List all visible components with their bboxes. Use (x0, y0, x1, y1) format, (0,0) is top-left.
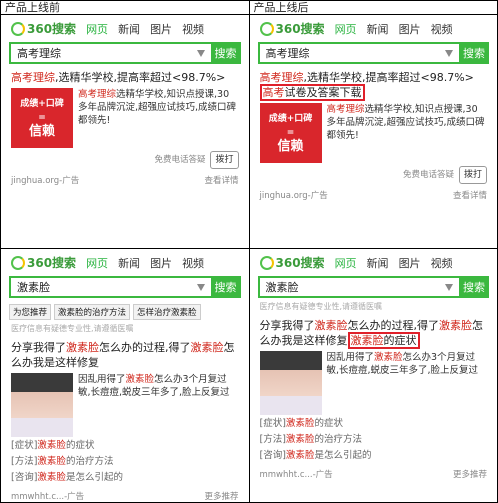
tab-news[interactable]: 新闻 (367, 255, 389, 271)
search-input[interactable]: 高考理综 (9, 42, 211, 64)
tab-images[interactable]: 图片 (399, 21, 421, 37)
search-button[interactable]: 搜索 (459, 276, 489, 298)
top-nav: 360搜索 网页 新闻 图片 视频 (250, 250, 497, 277)
ad-title-extension[interactable]: 高考试卷及答案下载 (259, 84, 488, 101)
sub-link[interactable]: [症状]激素脸的症状 (11, 439, 239, 453)
top-nav: 360搜索 网页 新闻 图片 视频 (250, 16, 497, 43)
ad-description: 高考理综选精华学校,知识点授课,30多年品牌沉淀,超强应试技巧,成绩口碑都领先! (78, 89, 237, 126)
med-description: 因乱用得了激素脸怎么办3个月复过敏,长痘痘,蜕皮三年多了,脸上反复过 (78, 374, 230, 398)
search-bar: 激素脸 搜索 (257, 276, 489, 298)
header-before: 产品上线前 (0, 0, 250, 15)
search-input[interactable]: 高考理综 (257, 42, 459, 64)
tab-video[interactable]: 视频 (431, 21, 453, 37)
tab-news[interactable]: 新闻 (118, 21, 140, 37)
search-input[interactable]: 激素脸 (9, 276, 211, 298)
ad-source: jinghua.org-广告 (259, 191, 328, 201)
view-details-link[interactable]: 查看详情 (204, 174, 238, 186)
comparison-table: 产品上线前 产品上线后 360搜索 网页 新闻 图片 视频 高考理综 搜索 高考… (0, 0, 498, 503)
search-bar: 激素脸 搜索 (9, 276, 241, 298)
pane-med-after: 360搜索 网页 新闻 图片 视频 激素脸 搜索 医疗信息有疑德专业性,请遵循医… (248, 248, 498, 503)
logo[interactable]: 360搜索 (11, 20, 76, 37)
top-nav: 360搜索 网页 新闻 图片 视频 (1, 16, 248, 43)
search-bar: 高考理综 搜索 (257, 42, 489, 64)
tab-video[interactable]: 视频 (182, 255, 204, 271)
logo[interactable]: 360搜索 (259, 254, 325, 271)
tab-news[interactable]: 新闻 (118, 255, 140, 271)
tab-video[interactable]: 视频 (182, 21, 204, 37)
recommend-tab[interactable]: 怎样治疗激素脸 (133, 304, 201, 320)
med-result: 分享我得了激素脸怎么办的过程,得了激素脸怎么办我是这样修复 激素脸的症状 因乱用得… (250, 312, 497, 463)
med-source: mmwhht.c...-广告 (259, 470, 333, 480)
tab-images[interactable]: 图片 (150, 21, 172, 37)
filter-icon[interactable] (196, 283, 205, 291)
tab-news[interactable]: 新闻 (367, 21, 389, 37)
ad-title[interactable]: 高考理综,选精华学校,提高率超过<98.7%> (260, 70, 488, 85)
call-note: 免费电话答疑 (154, 155, 206, 165)
tab-images[interactable]: 图片 (399, 255, 421, 271)
medical-note: 医疗信息有疑德专业性,请遵循医嘱 (259, 302, 383, 311)
search-button[interactable]: 搜索 (210, 276, 241, 298)
recommend-tabs: 为您推荐 激素脸的治疗方法 怎样治疗激素脸 (9, 304, 241, 320)
med-title[interactable]: 分享我得了激素脸怎么办的过程,得了激素脸怎么办我是这样修复 激素脸的症状 (260, 318, 488, 349)
search-bar: 高考理综 搜索 (9, 42, 241, 64)
ad-image[interactable]: 成绩+口碑 = 信赖 (259, 103, 322, 163)
med-title[interactable]: 分享我得了激素脸怎么办的过程,得了激素脸怎么办我是这样修复 (11, 340, 239, 370)
top-nav: 360搜索 网页 新闻 图片 视频 (1, 250, 248, 277)
tab-web[interactable]: 网页 (86, 21, 108, 37)
ad-image[interactable]: 成绩+口碑 = 信赖 (11, 88, 73, 148)
med-description: 因乱用得了激素脸怎么办3个月复过敏,长痘痘,蜕皮三年多了,脸上反复过 (326, 352, 479, 376)
search-button[interactable]: 搜索 (210, 42, 241, 64)
filter-icon[interactable] (196, 49, 205, 57)
recommend-tab[interactable]: 激素脸的治疗方法 (54, 304, 131, 320)
more-recommend-link[interactable]: 更多推荐 (453, 468, 487, 480)
med-result: 分享我得了激素脸怎么办的过程,得了激素脸怎么办我是这样修复 因乱用得了激素脸怎么… (1, 334, 248, 485)
logo-icon (259, 21, 274, 36)
tab-video[interactable]: 视频 (431, 255, 453, 271)
call-note: 免费电话答疑 (402, 170, 454, 180)
logo-icon (11, 21, 25, 36)
result-thumbnail[interactable] (11, 373, 73, 437)
result-thumbnail[interactable] (259, 351, 322, 415)
tab-web[interactable]: 网页 (335, 255, 357, 271)
ad-result: 高考理综,选精华学校,提高率超过<98.7%> 成绩+口碑 = 信赖 高考理综选精华… (1, 64, 248, 169)
search-button[interactable]: 搜索 (459, 42, 489, 64)
tab-web[interactable]: 网页 (335, 21, 357, 37)
tab-web[interactable]: 网页 (86, 255, 108, 271)
sub-link[interactable]: [方法]激素脸的治疗方法 (11, 455, 239, 469)
filter-icon[interactable] (445, 49, 453, 57)
sub-link[interactable]: [方法]激素脸的治疗方法 (260, 433, 488, 447)
sub-link[interactable]: [咨询]激素脸是怎么引起的 (260, 449, 488, 463)
logo[interactable]: 360搜索 (11, 254, 76, 271)
search-input[interactable]: 激素脸 (257, 276, 459, 298)
pane-med-before: 360搜索 网页 新闻 图片 视频 激素脸 搜索 为您推荐 激素脸的治疗方法 怎… (0, 248, 250, 503)
ad-description: 高考理综选精华学校,知识点授课,30多年品牌沉淀,超强应试技巧,成绩口碑都领先! (326, 104, 485, 141)
logo[interactable]: 360搜索 (259, 20, 325, 37)
pane-ad-before: 360搜索 网页 新闻 图片 视频 高考理综 搜索 高考理综,选精华学校,提高率… (0, 14, 250, 249)
recommend-tab[interactable]: 为您推荐 (9, 304, 52, 320)
pane-ad-after: 360搜索 网页 新闻 图片 视频 高考理综 搜索 高考理综,选精华学校,提高率… (248, 14, 498, 249)
tab-images[interactable]: 图片 (150, 255, 172, 271)
logo-icon (11, 255, 25, 270)
call-button[interactable]: 拨打 (458, 166, 487, 184)
filter-icon[interactable] (445, 283, 453, 291)
call-button[interactable]: 拨打 (210, 151, 239, 169)
medical-note: 医疗信息有疑德专业性,请遵循医嘱 (11, 324, 134, 333)
view-details-link[interactable]: 查看详情 (453, 189, 487, 201)
header-after: 产品上线后 (248, 0, 498, 15)
ad-source: jinghua.org-广告 (11, 176, 80, 186)
more-recommend-link[interactable]: 更多推荐 (204, 490, 238, 502)
sub-link[interactable]: [症状]激素脸的症状 (260, 417, 488, 431)
ad-result: 高考理综,选精华学校,提高率超过<98.7%> 高考试卷及答案下载 成绩+口碑 =… (250, 64, 497, 184)
med-source: mmwhht.c...-广告 (11, 492, 85, 502)
logo-icon (259, 255, 274, 270)
ad-title[interactable]: 高考理综,选精华学校,提高率超过<98.7%> (11, 70, 239, 85)
